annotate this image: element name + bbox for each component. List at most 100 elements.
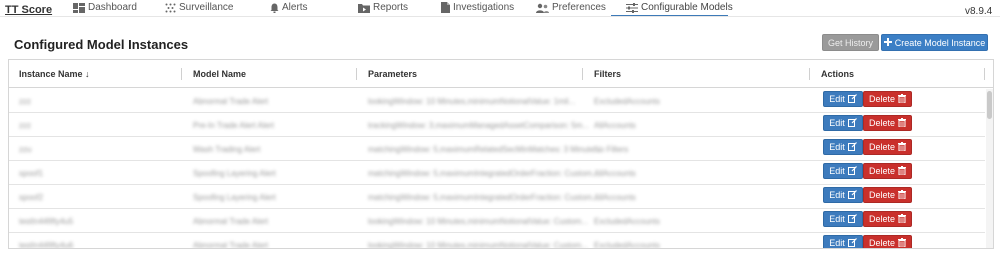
tab-label: Alerts bbox=[282, 2, 308, 13]
cell-filters: AllAccounts bbox=[594, 169, 636, 178]
table-row: testIn44fifty4u6 Abnormal Trade Alert look… bbox=[9, 233, 985, 249]
edit-icon bbox=[847, 117, 857, 129]
cell-instance-name: testIn44fifty4u5 bbox=[19, 217, 74, 226]
trash-icon bbox=[898, 93, 906, 105]
trash-icon bbox=[898, 165, 906, 177]
column-header-actions: Actions bbox=[821, 69, 855, 79]
edit-button[interactable]: Edit bbox=[823, 139, 863, 155]
top-navigation: TT Score Dashboard Surveillance Alerts R… bbox=[0, 0, 1000, 22]
delete-button[interactable]: Delete bbox=[863, 163, 912, 179]
column-header-parameters[interactable]: Parameters bbox=[368, 69, 417, 79]
get-history-label: Get History bbox=[827, 37, 873, 48]
cell-model-name: Wash Trading Alert bbox=[193, 145, 261, 154]
brand-link[interactable]: TT Score bbox=[5, 4, 52, 16]
cell-parameters: lookingWindow: 10 Minutes,minimumNotiona… bbox=[368, 217, 588, 226]
delete-label: Delete bbox=[868, 190, 895, 200]
delete-label: Delete bbox=[868, 142, 895, 152]
cell-parameters: matchingWindow: 5,maximumRelatedSecMinMa… bbox=[368, 145, 601, 154]
cell-instance-name: testIn44fifty4u6 bbox=[19, 241, 74, 249]
cell-model-name: Abnormal Trade Alert bbox=[193, 97, 269, 106]
tab-dashboard[interactable]: Dashboard bbox=[73, 0, 137, 15]
tab-label: Configurable Models bbox=[641, 2, 733, 13]
column-separator[interactable] bbox=[181, 68, 182, 80]
delete-label: Delete bbox=[868, 94, 895, 104]
cell-parameters: lookingWindow: 10 Minutes,minimumNotiona… bbox=[368, 97, 576, 106]
table-row: zzz Abnormal Trade Alert lookingWindow: 10… bbox=[9, 89, 985, 113]
delete-button[interactable]: Delete bbox=[863, 235, 912, 249]
tab-surveillance[interactable]: Surveillance bbox=[165, 0, 233, 15]
edit-icon bbox=[847, 237, 857, 249]
tab-label: Investigations bbox=[453, 2, 515, 13]
cell-parameters: trackingWindow: 3,maximumManagedAssetCom… bbox=[368, 121, 589, 130]
tab-investigations[interactable]: Investigations bbox=[441, 0, 514, 15]
edit-button[interactable]: Edit bbox=[823, 115, 863, 131]
dashboard-icon bbox=[73, 2, 85, 13]
tab-label: Reports bbox=[373, 2, 409, 13]
delete-label: Delete bbox=[868, 214, 895, 224]
edit-icon bbox=[847, 165, 857, 177]
cell-filters: ExcludedAccounts bbox=[594, 97, 660, 106]
column-separator[interactable] bbox=[582, 68, 583, 80]
table-body: zzz Abnormal Trade Alert lookingWindow: 10… bbox=[9, 89, 985, 249]
cell-parameters: matchingWindow: 5,maximumIntegratedOrder… bbox=[368, 169, 599, 178]
edit-label: Edit bbox=[829, 94, 845, 104]
cell-filters: AllAccounts bbox=[594, 121, 636, 130]
cell-instance-name: zzz bbox=[19, 121, 31, 130]
column-header-instance-name[interactable]: Instance Name ↓ bbox=[19, 69, 90, 79]
table-row: spoof2 Spoofing Layering Alert matchingWin… bbox=[9, 185, 985, 209]
cell-model-name: Spoofing Layering Alert bbox=[193, 169, 276, 178]
trash-icon bbox=[898, 213, 906, 225]
trash-icon bbox=[898, 117, 906, 129]
table-row: spoof1 Spoofing Layering Alert matchingWin… bbox=[9, 161, 985, 185]
app-version: v8.9.4 bbox=[965, 6, 993, 17]
edit-button[interactable]: Edit bbox=[823, 187, 863, 203]
edit-icon bbox=[847, 93, 857, 105]
create-model-instance-button[interactable]: Create Model Instance bbox=[881, 34, 988, 51]
trash-icon bbox=[898, 237, 906, 249]
cell-instance-name: spoof2 bbox=[19, 193, 44, 202]
edit-label: Edit bbox=[829, 214, 845, 224]
delete-button[interactable]: Delete bbox=[863, 187, 912, 203]
column-separator[interactable] bbox=[356, 68, 357, 80]
tab-alerts[interactable]: Alerts bbox=[270, 0, 308, 15]
edit-icon bbox=[847, 141, 857, 153]
column-header-model-name[interactable]: Model Name bbox=[193, 69, 246, 79]
cell-model-name: Abnormal Trade Alert bbox=[193, 241, 269, 249]
column-separator bbox=[984, 68, 985, 80]
tab-configurable-models[interactable]: Configurable Models bbox=[626, 0, 733, 15]
document-icon bbox=[441, 2, 450, 13]
scrollbar-thumb[interactable] bbox=[987, 91, 992, 119]
edit-button[interactable]: Edit bbox=[823, 235, 863, 249]
sliders-icon bbox=[626, 2, 638, 13]
delete-label: Delete bbox=[868, 118, 895, 128]
delete-button[interactable]: Delete bbox=[863, 211, 912, 227]
nav-divider bbox=[0, 16, 1000, 17]
vertical-scrollbar[interactable] bbox=[986, 89, 993, 248]
tab-reports[interactable]: Reports bbox=[358, 0, 408, 15]
edit-label: Edit bbox=[829, 118, 845, 128]
delete-button[interactable]: Delete bbox=[863, 139, 912, 155]
column-separator[interactable] bbox=[809, 68, 810, 80]
column-header-label: Instance Name bbox=[19, 69, 83, 79]
delete-button[interactable]: Delete bbox=[863, 91, 912, 107]
cell-filters: ExcludedAccounts bbox=[594, 241, 660, 249]
delete-label: Delete bbox=[868, 238, 895, 248]
table-row: zzz Pre-In Trade Alert Alert trackingWindo… bbox=[9, 113, 985, 137]
create-label: Create Model Instance bbox=[894, 37, 986, 48]
tab-label: Surveillance bbox=[179, 2, 234, 13]
cell-filters: ExcludedAccounts bbox=[594, 217, 660, 226]
column-header-filters[interactable]: Filters bbox=[594, 69, 621, 79]
edit-button[interactable]: Edit bbox=[823, 91, 863, 107]
edit-icon bbox=[847, 213, 857, 225]
edit-button[interactable]: Edit bbox=[823, 211, 863, 227]
delete-button[interactable]: Delete bbox=[863, 115, 912, 131]
model-instances-table: Instance Name ↓ Model Name Parameters Fi… bbox=[8, 59, 994, 249]
users-icon bbox=[536, 3, 549, 13]
edit-icon bbox=[847, 189, 857, 201]
trash-icon bbox=[898, 141, 906, 153]
cell-parameters: lookingWindow: 10 Minutes,minimumNotiona… bbox=[368, 241, 588, 249]
get-history-button[interactable]: Get History bbox=[822, 34, 879, 51]
plus-icon bbox=[883, 37, 892, 48]
tab-preferences[interactable]: Preferences bbox=[536, 0, 606, 15]
edit-button[interactable]: Edit bbox=[823, 163, 863, 179]
